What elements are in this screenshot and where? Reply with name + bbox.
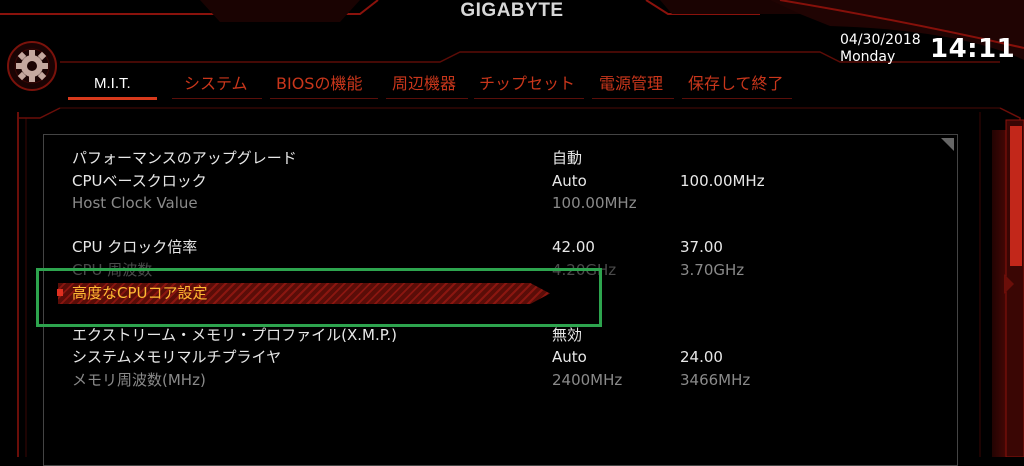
date-display: 04/30/2018 Monday bbox=[840, 32, 921, 66]
setting-cpu-base-clock-label[interactable]: CPUベースクロック bbox=[72, 170, 207, 192]
tab-underline bbox=[386, 92, 468, 99]
setting-xmp-label[interactable]: エクストリーム・メモリ・プロファイル(X.M.P.) bbox=[72, 324, 397, 346]
setting-memory-multiplier-current: 24.00 bbox=[680, 348, 723, 366]
gear-icon[interactable] bbox=[6, 40, 58, 92]
setting-cpu-base-clock-value[interactable]: Auto bbox=[552, 170, 587, 192]
tab-underline bbox=[172, 92, 262, 99]
setting-cpu-clock-ratio-label[interactable]: CPU クロック倍率 bbox=[72, 236, 197, 258]
setting-host-clock-label: Host Clock Value bbox=[72, 194, 198, 212]
date-text: 04/30/2018 bbox=[840, 32, 921, 48]
setting-memory-frequency-label: メモリ周波数(MHz) bbox=[72, 371, 206, 389]
setting-cpu-clock-ratio-value[interactable]: 42.00 bbox=[552, 236, 595, 258]
setting-memory-multiplier-label[interactable]: システムメモリマルチプライヤ bbox=[72, 346, 281, 368]
tab-underline bbox=[592, 92, 674, 99]
tab-underline bbox=[474, 92, 584, 99]
highlight-box bbox=[36, 268, 602, 327]
setting-performance-upgrade-label[interactable]: パフォーマンスのアップグレード bbox=[72, 147, 297, 169]
day-text: Monday bbox=[840, 49, 896, 65]
setting-cpu-clock-ratio-current: 37.00 bbox=[680, 238, 723, 256]
clock-display: 14:11 bbox=[930, 34, 1016, 64]
tab-underline bbox=[270, 92, 378, 99]
brand-logo: GIGABYTE bbox=[460, 0, 564, 21]
setting-memory-frequency-value: 2400MHz bbox=[552, 371, 623, 389]
scrollbar[interactable] bbox=[1000, 114, 1024, 457]
setting-performance-upgrade-value[interactable]: 自動 bbox=[552, 147, 582, 169]
setting-xmp-value[interactable]: 無効 bbox=[552, 324, 582, 346]
setting-host-clock-value: 100.00MHz bbox=[552, 194, 637, 212]
setting-cpu-frequency-current: 3.70GHz bbox=[680, 261, 745, 279]
tab-underline bbox=[682, 92, 792, 99]
setting-cpu-base-clock-current: 100.00MHz bbox=[680, 172, 765, 190]
tab-mit[interactable]: M.I.T. bbox=[68, 72, 157, 100]
setting-memory-multiplier-value[interactable]: Auto bbox=[552, 346, 587, 368]
setting-memory-frequency-current: 3466MHz bbox=[680, 371, 751, 389]
panel-corner-icon bbox=[941, 138, 954, 151]
